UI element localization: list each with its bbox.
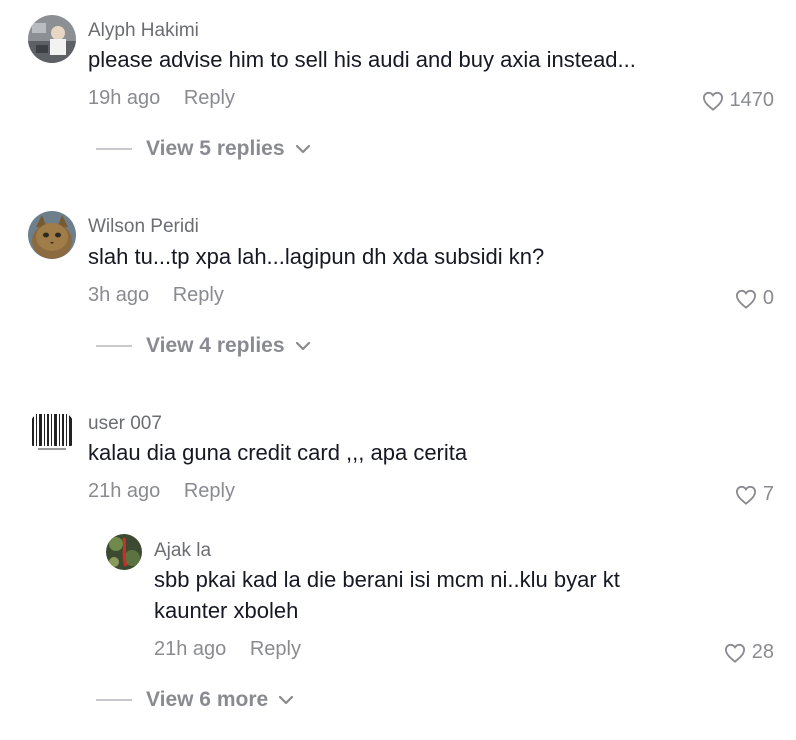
comment-username[interactable]: Alyph Hakimi <box>88 20 199 42</box>
comment-meta: 21h ago Reply <box>88 480 235 503</box>
comment-text: slah tu...tp xpa lah...lagipun dh xda su… <box>88 244 545 269</box>
view-replies-button[interactable]: View 4 replies <box>96 334 311 358</box>
chevron-down-icon <box>295 341 311 351</box>
divider-line <box>96 345 132 347</box>
reply-button[interactable]: Reply <box>184 87 235 110</box>
like-button[interactable]: 28 <box>724 641 774 664</box>
plant-avatar[interactable] <box>106 534 142 570</box>
reply-text-line-1: sbb pkai kad la die berani isi mcm ni..k… <box>154 567 620 592</box>
view-more-button[interactable]: View 6 more <box>96 688 294 712</box>
comment-timestamp: 3h ago <box>88 284 150 306</box>
reply-text-line-2: kaunter xboleh <box>154 598 299 623</box>
divider-line <box>96 699 132 701</box>
reply-meta: 21h ago Reply <box>154 638 301 661</box>
reply-username[interactable]: Ajak la <box>154 540 211 562</box>
chevron-down-icon <box>278 695 294 705</box>
like-count: 1470 <box>729 89 775 111</box>
comment-text: please advise him to sell his audi and b… <box>88 47 636 72</box>
chevron-down-icon <box>295 144 311 154</box>
comment-meta: 3h ago Reply <box>88 284 224 307</box>
comment-username[interactable]: user 007 <box>88 413 162 435</box>
comment-timestamp: 21h ago <box>88 480 161 502</box>
view-replies-label: View 4 replies <box>146 334 285 357</box>
view-replies-button[interactable]: View 5 replies <box>96 137 311 161</box>
like-count: 7 <box>762 483 774 505</box>
heart-icon <box>735 289 756 309</box>
reply-timestamp: 21h ago <box>154 638 227 660</box>
comment-username[interactable]: Wilson Peridi <box>88 216 199 238</box>
divider-line <box>96 148 132 150</box>
heart-icon <box>735 485 756 505</box>
heart-icon <box>724 643 745 663</box>
like-count: 28 <box>751 641 774 663</box>
comment-meta: 19h ago Reply <box>88 87 235 110</box>
view-replies-label: View 5 replies <box>146 137 285 160</box>
cat-avatar[interactable] <box>28 211 76 259</box>
view-more-label: View 6 more <box>146 688 269 711</box>
heart-icon <box>702 91 723 111</box>
comment-text: kalau dia guna credit card ,,, apa cerit… <box>88 440 468 465</box>
reply-button[interactable]: Reply <box>184 480 235 503</box>
comment-timestamp: 19h ago <box>88 87 161 109</box>
like-count: 0 <box>762 287 774 309</box>
profile-photo-avatar[interactable] <box>28 15 76 63</box>
like-button[interactable]: 0 <box>735 287 774 310</box>
like-button[interactable]: 1470 <box>702 89 775 112</box>
reply-button[interactable]: Reply <box>173 284 224 307</box>
barcode-avatar[interactable] <box>28 408 76 456</box>
like-button[interactable]: 7 <box>735 483 774 506</box>
reply-button[interactable]: Reply <box>250 638 301 661</box>
